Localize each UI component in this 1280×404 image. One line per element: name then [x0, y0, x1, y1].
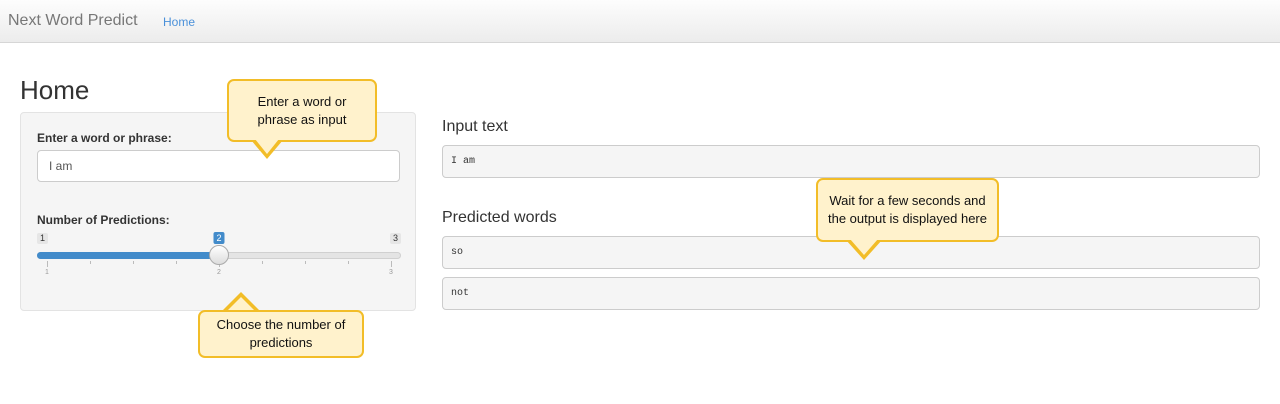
navbar-brand[interactable]: Next Word Predict	[8, 12, 138, 30]
output-hint-text: Wait for a few seconds and the output is…	[828, 193, 987, 226]
slider-tick-label: 3	[389, 269, 393, 276]
input-hint-callout: Enter a word or phrase as input	[227, 79, 377, 142]
input-hint-pointer-fill	[255, 139, 279, 154]
slider-fill	[37, 252, 219, 259]
input-text-output: I am	[442, 145, 1260, 178]
slider-minor-tick	[348, 261, 349, 264]
slider-value-badge: 2	[213, 232, 225, 244]
predictions-slider-label: Number of Predictions:	[37, 213, 170, 227]
slider-minor-tick	[262, 261, 263, 264]
nav-link-home[interactable]: Home	[163, 15, 195, 29]
slider-tick-label: 2	[217, 269, 221, 276]
prediction-output-2: not	[442, 277, 1260, 310]
slider-minor-tick	[176, 261, 177, 264]
slider-minor-tick	[90, 261, 91, 264]
input-text-heading: Input text	[442, 118, 508, 135]
slider-handle[interactable]	[209, 245, 229, 265]
input-hint-text: Enter a word or phrase as input	[257, 93, 347, 127]
slider-hint-text: Choose the number of predictions	[216, 317, 346, 350]
slider-tick-label: 1	[45, 269, 49, 276]
slider-min-badge: 1	[37, 233, 49, 244]
slider-major-tick	[47, 261, 48, 267]
output-hint-callout: Wait for a few seconds and the output is…	[816, 178, 999, 242]
slider-max-badge: 3	[389, 233, 401, 244]
output-hint-pointer-fill	[850, 239, 878, 255]
phrase-input-label: Enter a word or phrase:	[37, 131, 172, 145]
navbar: Next Word Predict Home	[0, 0, 1280, 43]
predicted-words-heading: Predicted words	[442, 209, 557, 226]
phrase-input[interactable]	[37, 150, 400, 182]
slider-major-tick	[391, 261, 392, 267]
page-title: Home	[20, 75, 90, 105]
slider-minor-tick	[133, 261, 134, 264]
predictions-slider[interactable]: 1 3 2 1 2 3	[37, 231, 401, 281]
slider-hint-callout: Choose the number of predictions	[198, 310, 364, 358]
slider-minor-tick	[305, 261, 306, 264]
